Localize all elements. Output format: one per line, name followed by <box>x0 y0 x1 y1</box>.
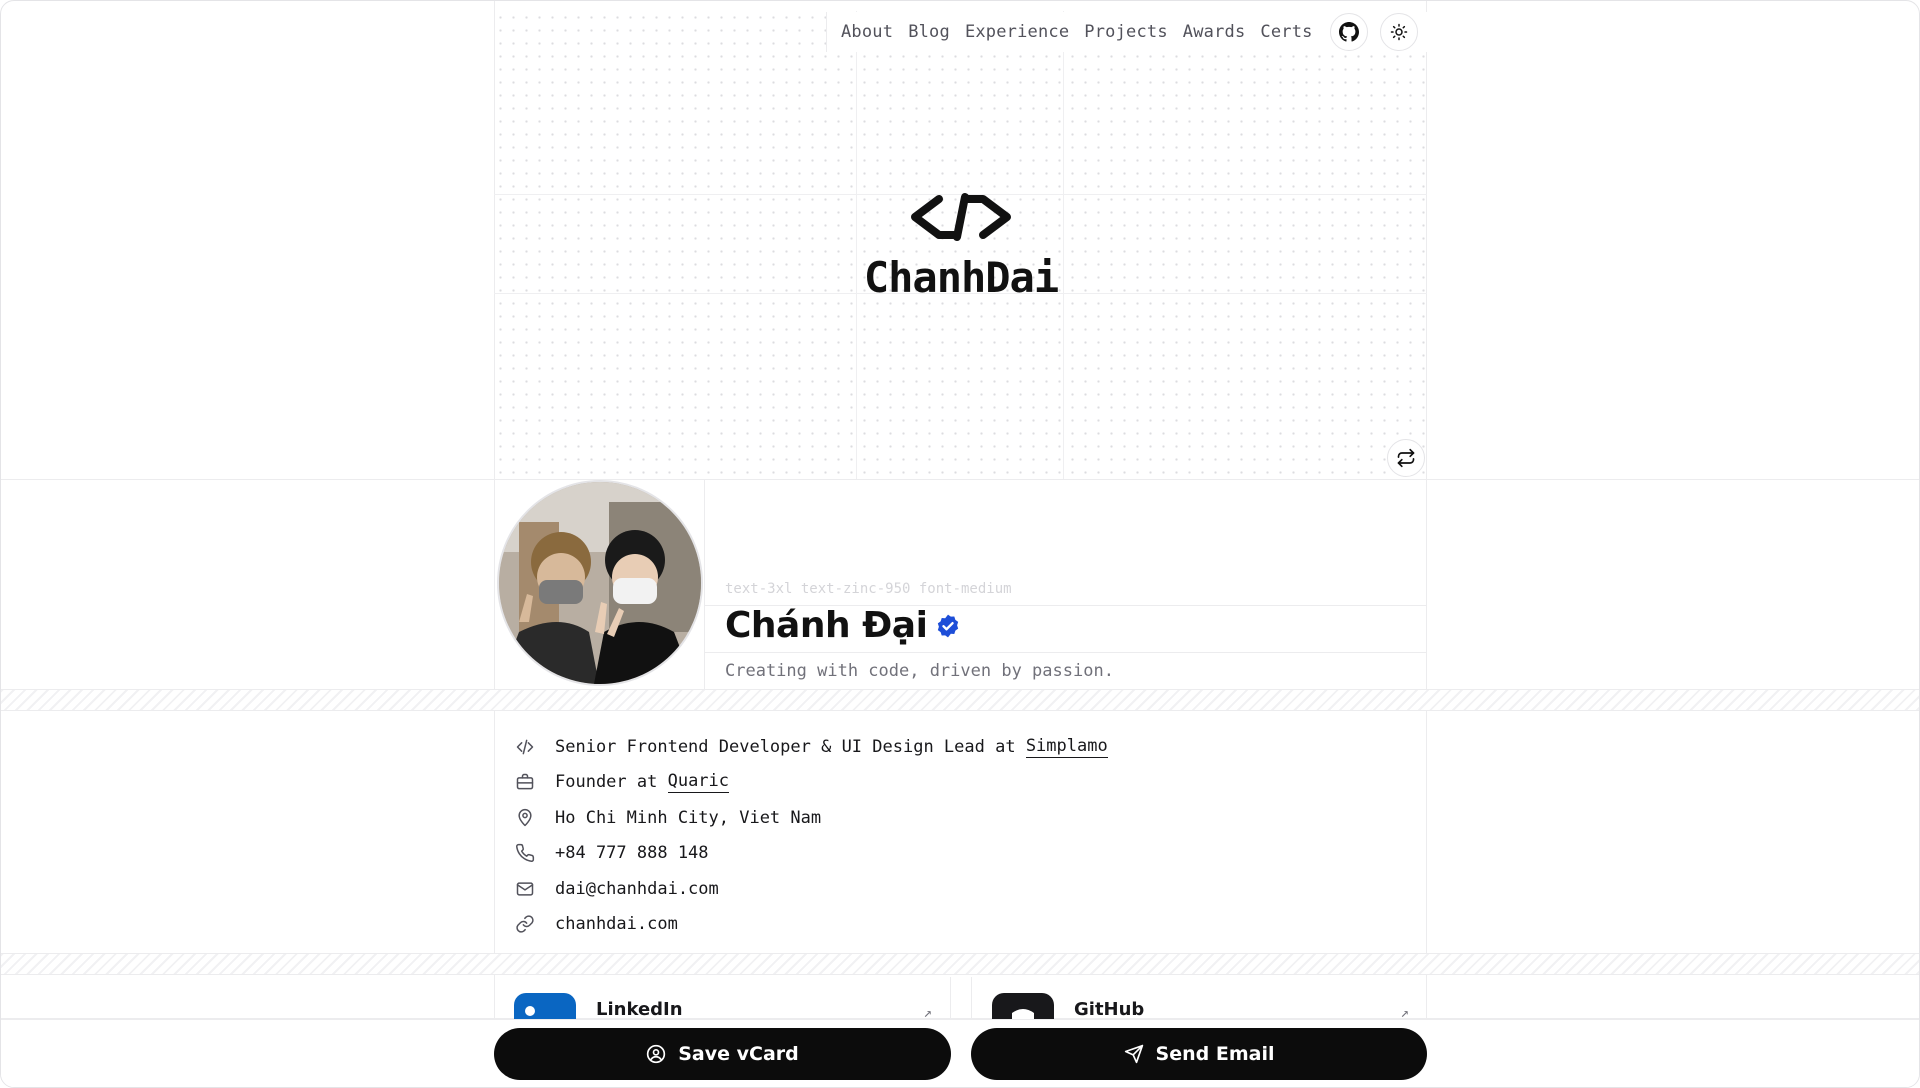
list-item: Ho Chi Minh City, Viet Nam <box>514 800 1108 836</box>
swap-banner-button[interactable] <box>1387 439 1425 477</box>
linkedin-label: LinkedIn <box>596 999 683 1020</box>
phone-text[interactable]: +84 777 888 148 <box>555 843 709 863</box>
code-icon <box>514 736 536 758</box>
nav-link-awards[interactable]: Awards <box>1183 22 1246 42</box>
send-email-button[interactable]: Send Email <box>971 1028 1427 1080</box>
save-vcard-button[interactable]: Save vCard <box>494 1028 951 1080</box>
divider <box>1 1019 1919 1020</box>
hatched-separator <box>1 953 1919 975</box>
avatar <box>497 480 703 686</box>
divider <box>704 479 705 689</box>
list-item: dai@chanhdai.com <box>514 871 1108 907</box>
profile-name: Chánh Đại <box>725 605 961 646</box>
github-link-button[interactable] <box>1329 13 1368 51</box>
github-icon <box>1338 22 1359 42</box>
send-icon <box>1124 1044 1144 1064</box>
phone-icon <box>514 842 536 864</box>
brand-logo: ChanhDai <box>857 191 1065 302</box>
location-text: Ho Chi Minh City, Viet Nam <box>555 807 822 828</box>
list-item: chanhdai.com <box>514 907 1108 943</box>
code-brackets-logo <box>911 193 1011 241</box>
save-vcard-label: Save vCard <box>678 1043 799 1065</box>
page-frame: About Blog Experience Projects Awards Ce… <box>0 0 1920 1088</box>
hatched-separator <box>1 689 1919 711</box>
profile-tagline: Creating with code, driven by passion. <box>725 661 1114 681</box>
founder-text: Founder at <box>555 772 668 793</box>
user-circle-icon <box>646 1044 666 1064</box>
repeat-icon <box>1397 448 1415 468</box>
website-text[interactable]: chanhdai.com <box>555 914 678 934</box>
sun-icon <box>1390 23 1407 41</box>
divider <box>1 479 1919 480</box>
quaric-link[interactable]: Quaric <box>667 771 730 794</box>
profile-name-text: Chánh Đại <box>725 605 928 646</box>
email-text[interactable]: dai@chanhdai.com <box>555 879 719 899</box>
class-hint-label: text-3xl text-zinc-950 font-medium <box>725 581 1012 597</box>
briefcase-icon <box>514 771 536 793</box>
mail-icon <box>514 878 536 900</box>
list-item: Senior Frontend Developer & UI Design Le… <box>514 729 1108 765</box>
verified-badge-icon <box>935 613 961 639</box>
github-label: GitHub <box>1074 999 1145 1020</box>
list-item: Founder at Quaric <box>514 765 1108 801</box>
nav-link-experience[interactable]: Experience <box>965 22 1069 42</box>
nav-link-projects[interactable]: Projects <box>1084 22 1167 42</box>
link-icon <box>514 913 536 935</box>
top-nav: About Blog Experience Projects Awards Ce… <box>826 12 1428 52</box>
nav-link-certs[interactable]: Certs <box>1260 22 1312 42</box>
theme-toggle-button[interactable] <box>1379 13 1418 51</box>
action-bar <box>1 1019 1919 1087</box>
nav-link-blog[interactable]: Blog <box>908 22 950 42</box>
logo-wordmark: ChanhDai <box>863 253 1059 302</box>
send-email-label: Send Email <box>1155 1043 1275 1065</box>
map-pin-icon <box>514 807 536 829</box>
simplamo-link[interactable]: Simplamo <box>1025 736 1108 758</box>
nav-link-about[interactable]: About <box>841 22 893 42</box>
job-title-text: Senior Frontend Developer & UI Design Le… <box>555 736 1026 757</box>
list-item: +84 777 888 148 <box>514 836 1108 872</box>
profile-info-list: Senior Frontend Developer & UI Design Le… <box>514 729 1108 942</box>
divider <box>705 652 1427 653</box>
